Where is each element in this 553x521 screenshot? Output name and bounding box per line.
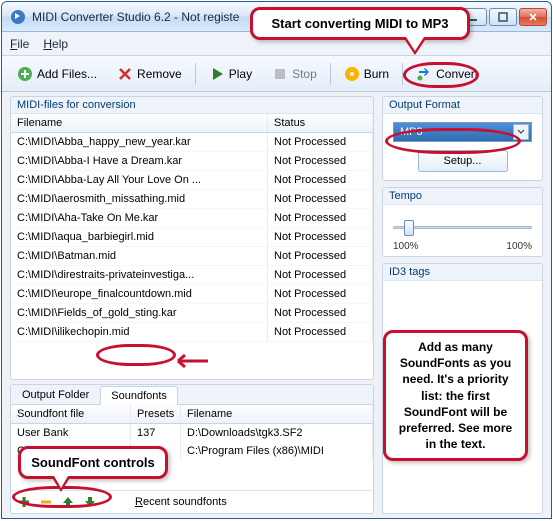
id3-title: ID3 tags [383, 264, 542, 281]
plus-icon [17, 66, 33, 82]
format-dropdown[interactable]: MP3 [393, 122, 532, 142]
toolbar: Add Files... Remove Play Stop Burn Conve… [2, 56, 551, 92]
table-row[interactable]: C:\MIDI\Abba_happy_new_year.karNot Proce… [11, 133, 373, 152]
remove-button[interactable]: Remove [108, 62, 191, 86]
convert-icon [416, 66, 432, 82]
x-icon [117, 66, 133, 82]
annotation-arrow-icon [170, 351, 210, 371]
move-up-icon[interactable] [61, 495, 75, 509]
maximize-button[interactable] [489, 8, 517, 26]
burn-button[interactable]: Burn [335, 62, 398, 86]
stop-icon [272, 66, 288, 82]
menu-help[interactable]: Help [43, 37, 68, 51]
callout-convert: Start converting MIDI to MP3 [250, 7, 470, 40]
col-filename[interactable]: Filename [11, 114, 268, 132]
move-down-icon[interactable] [83, 495, 97, 509]
soundfont-row[interactable]: User Bank137D:\Downloads\tgk3.SF2 [11, 424, 373, 442]
menu-file[interactable]: File [10, 37, 29, 51]
recent-soundfonts-link[interactable]: Recent soundfonts [135, 496, 227, 508]
table-row[interactable]: C:\MIDI\Abba-I Have a Dream.karNot Proce… [11, 152, 373, 171]
output-format-title: Output Format [383, 97, 542, 114]
callout-sf-controls: SoundFont controls [18, 446, 168, 479]
table-row[interactable]: C:\MIDI\Fields_of_gold_sting.karNot Proc… [11, 304, 373, 323]
output-format-group: Output Format MP3 Setup... [382, 96, 543, 181]
table-row[interactable]: C:\MIDI\europe_finalcountdown.midNot Pro… [11, 285, 373, 304]
tempo-group: Tempo 100% 100% [382, 187, 543, 257]
table-row[interactable]: C:\MIDI\Abba-Lay All Your Love On ...Not… [11, 171, 373, 190]
stop-button[interactable]: Stop [263, 62, 326, 86]
sf-col-filename[interactable]: Filename [181, 405, 373, 423]
file-list-title: MIDI-files for conversion [11, 97, 373, 114]
convert-button[interactable]: Convert [407, 62, 487, 86]
table-row[interactable]: C:\MIDI\Batman.midNot Processed [11, 247, 373, 266]
col-status[interactable]: Status [268, 114, 373, 132]
add-soundfont-icon[interactable] [17, 495, 31, 509]
table-row[interactable]: C:\MIDI\direstraits-privateinvestiga...N… [11, 266, 373, 285]
table-row[interactable]: C:\MIDI\ilikechopin.midNot Processed [11, 323, 373, 342]
tempo-title: Tempo [383, 188, 542, 205]
tempo-right: 100% [506, 241, 532, 252]
file-rows[interactable]: C:\MIDI\Abba_happy_new_year.karNot Proce… [11, 133, 373, 379]
sf-col-presets[interactable]: Presets [131, 405, 181, 423]
tempo-left: 100% [393, 241, 419, 252]
table-row[interactable]: C:\MIDI\aqua_barbiegirl.midNot Processed [11, 228, 373, 247]
play-button[interactable]: Play [200, 62, 261, 86]
table-row[interactable]: C:\MIDI\aerosmith_missathing.midNot Proc… [11, 190, 373, 209]
app-icon [10, 9, 26, 25]
setup-button[interactable]: Setup... [418, 150, 508, 172]
add-files-button[interactable]: Add Files... [8, 62, 106, 86]
tab-soundfonts[interactable]: Soundfonts [100, 386, 178, 405]
remove-soundfont-icon[interactable] [39, 495, 53, 509]
play-icon [209, 66, 225, 82]
callout-soundfonts-info: Add as many SoundFonts as you need. It's… [383, 330, 528, 461]
tab-output-folder[interactable]: Output Folder [11, 385, 100, 404]
table-row[interactable]: C:\MIDI\Aha-Take On Me.karNot Processed [11, 209, 373, 228]
disc-icon [344, 66, 360, 82]
tempo-slider[interactable] [393, 217, 532, 237]
soundfont-controls: Recent soundfonts [11, 490, 373, 513]
close-button[interactable] [519, 8, 547, 26]
sf-col-file[interactable]: Soundfont file [11, 405, 131, 423]
slider-thumb[interactable] [404, 220, 414, 236]
file-list-group: MIDI-files for conversion Filename Statu… [10, 96, 374, 380]
chevron-down-icon [513, 124, 529, 140]
